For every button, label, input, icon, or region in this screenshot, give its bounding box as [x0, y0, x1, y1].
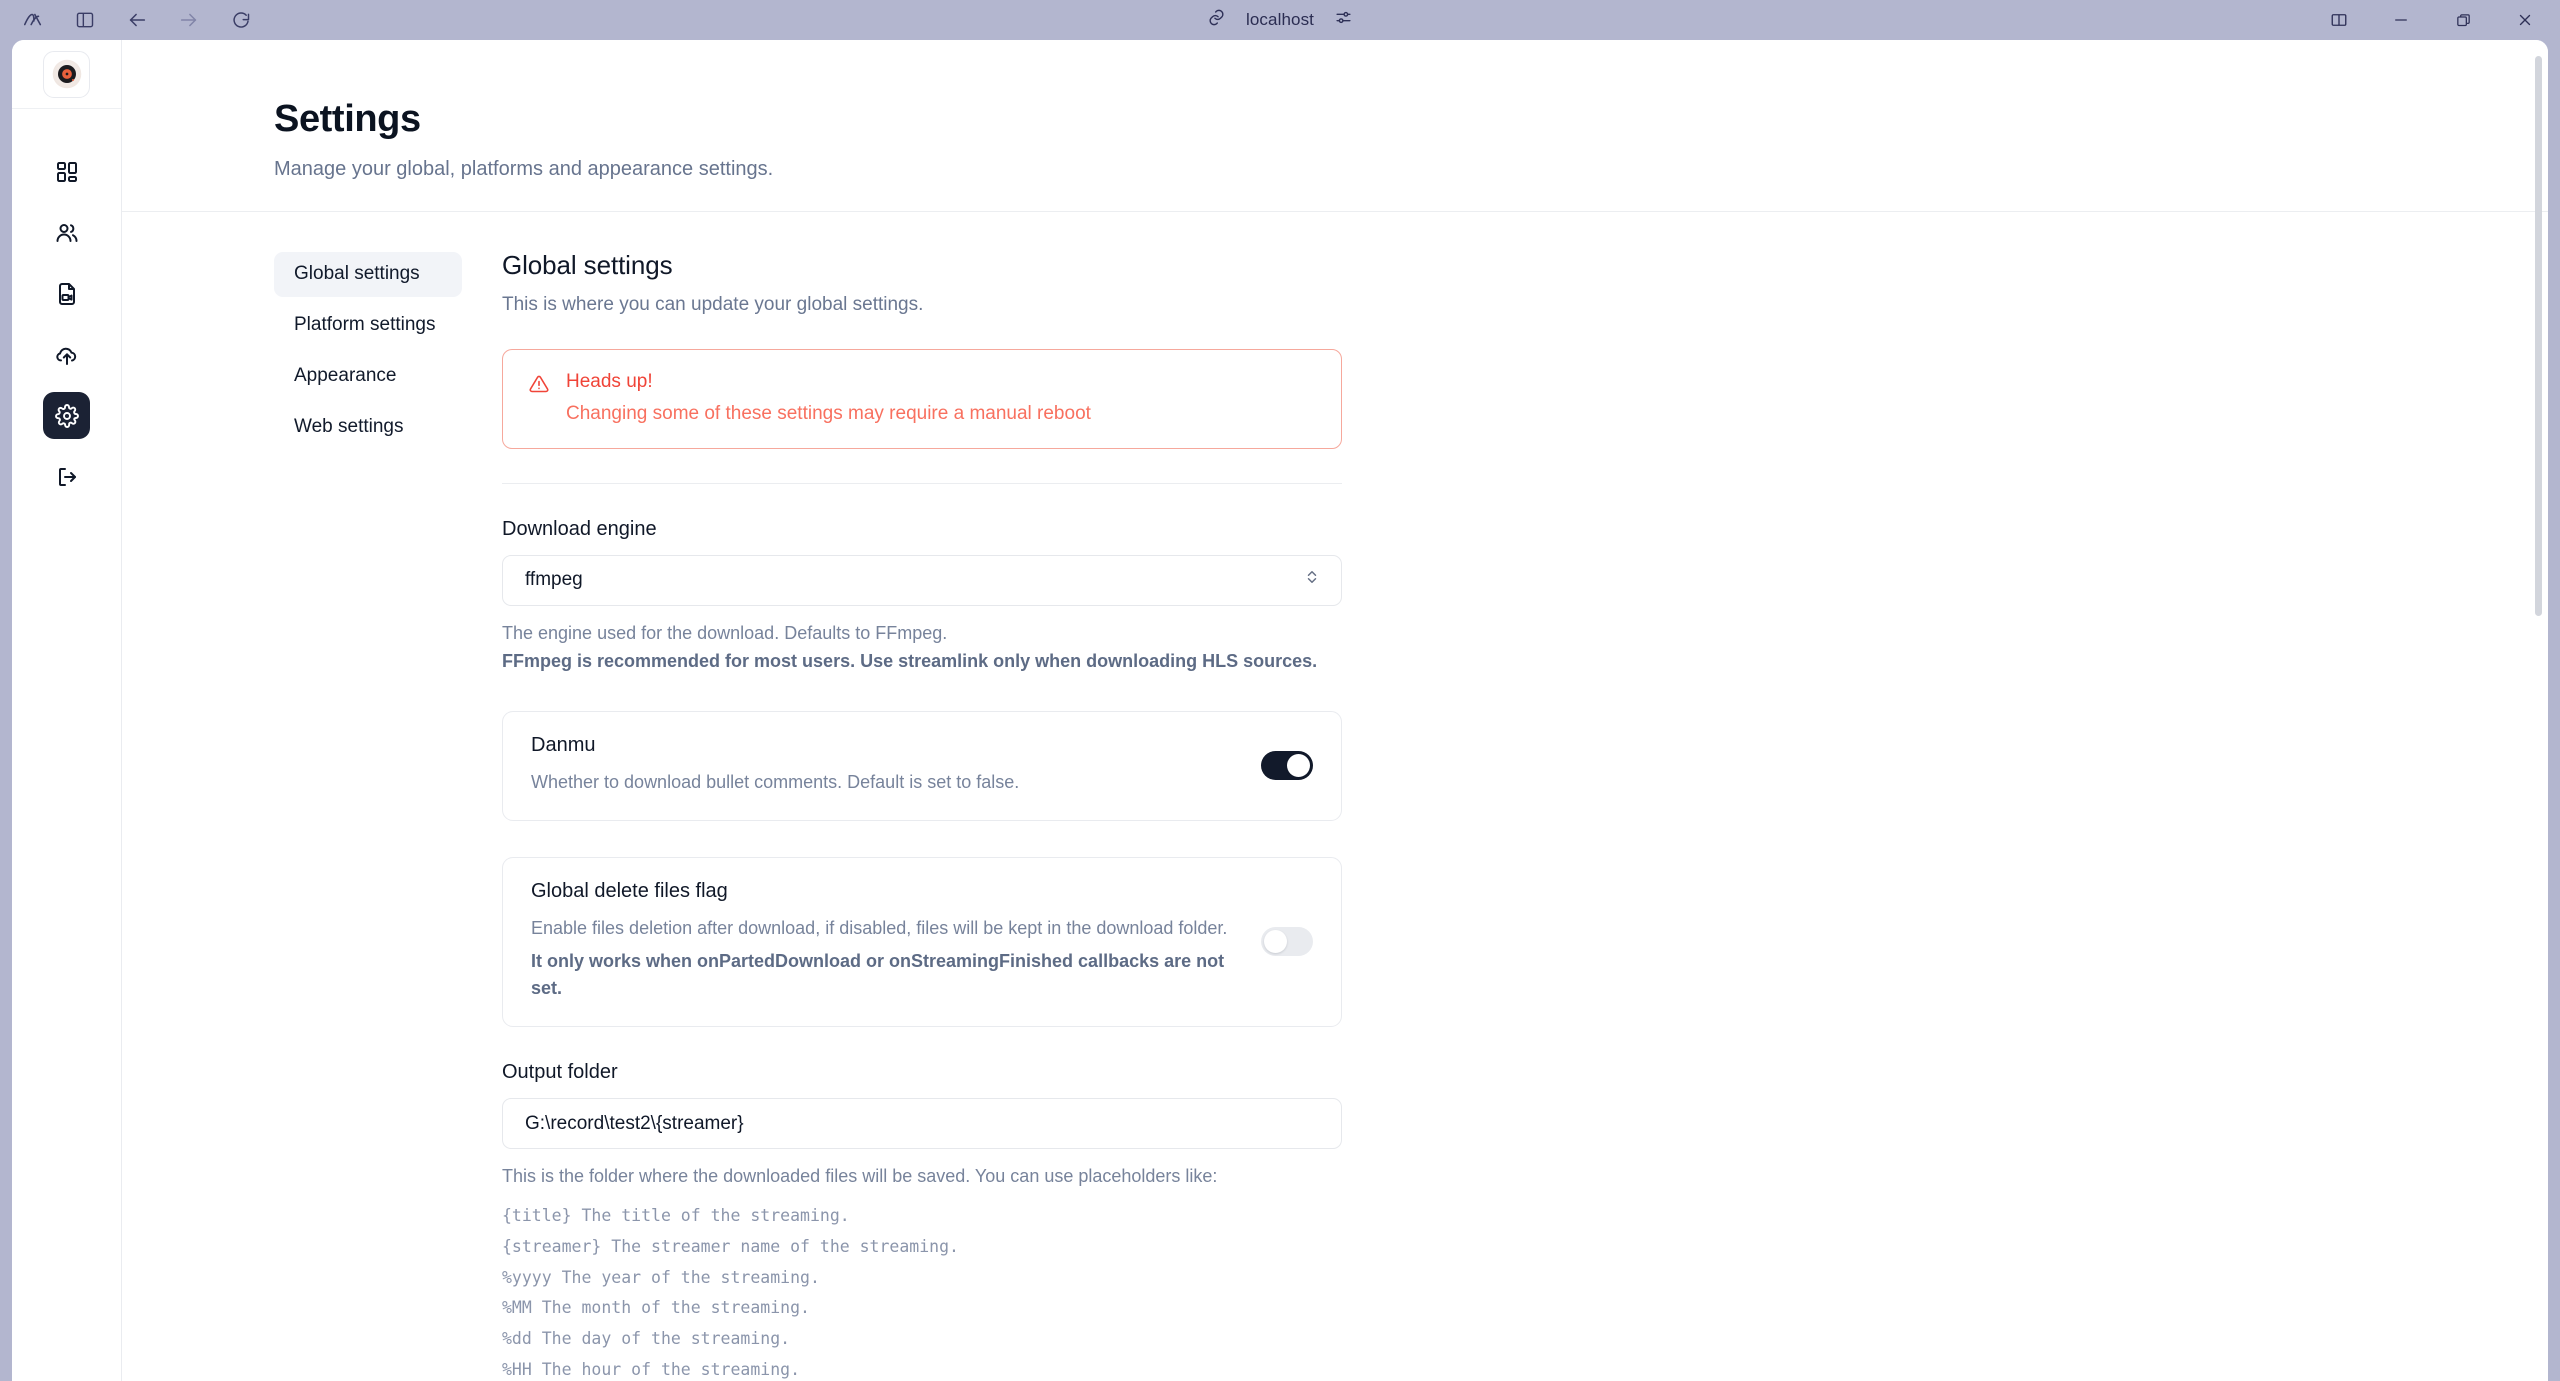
- sidebar-logo-container: [12, 40, 121, 109]
- browser-chrome-left-controls: [0, 5, 256, 35]
- main-content: Settings Manage your global, platforms a…: [122, 40, 2548, 1381]
- alert-text: Changing some of these settings may requ…: [566, 402, 1091, 424]
- download-engine-value: ffmpeg: [525, 569, 583, 591]
- video-file-icon: [55, 282, 79, 306]
- placeholder-line: %dd The day of the streaming.: [502, 1329, 791, 1349]
- split-view-icon[interactable]: [2326, 7, 2352, 33]
- settings-layout: Global settings Platform settings Appear…: [122, 212, 2548, 1381]
- sidebar-item-uploads[interactable]: [43, 331, 90, 378]
- browser-address-area[interactable]: localhost: [1207, 8, 1353, 32]
- placeholder-line: %MM The month of the streaming.: [502, 1298, 810, 1318]
- settings-nav-item-web[interactable]: Web settings: [274, 405, 462, 450]
- toggle-knob: [1264, 929, 1287, 953]
- forward-arrow-icon[interactable]: [174, 5, 204, 35]
- minimize-icon[interactable]: [2388, 7, 2414, 33]
- placeholder-line: {streamer} The streamer name of the stre…: [502, 1237, 959, 1257]
- page-subtitle: Manage your global, platforms and appear…: [274, 157, 774, 180]
- delete-flag-toggle[interactable]: [1261, 926, 1313, 956]
- delete-flag-description: Enable files deletion after download, if…: [531, 918, 1228, 939]
- alert-title: Heads up!: [566, 370, 653, 392]
- page-header: Settings Manage your global, platforms a…: [122, 40, 2548, 181]
- settings-nav-item-global[interactable]: Global settings: [274, 251, 462, 297]
- danmu-description: Whether to download bullet comments. Def…: [531, 772, 1020, 793]
- cloud-upload-icon: [55, 343, 79, 367]
- output-folder-label: Output folder: [502, 1061, 618, 1084]
- global-delete-files-flag-card: Global delete files flag Enable files de…: [502, 857, 1342, 1028]
- download-engine-help-strong: FFmpeg is recommended for most users. Us…: [502, 650, 1318, 671]
- download-engine-label: Download engine: [502, 517, 657, 540]
- settings-nav-item-appearance[interactable]: Appearance: [274, 354, 462, 399]
- delete-flag-title: Global delete files flag: [531, 880, 728, 903]
- scrollbar-track[interactable]: [2535, 46, 2545, 1376]
- sidebar-item-settings[interactable]: [43, 392, 90, 439]
- sidebar-nav: [43, 148, 90, 500]
- output-folder-input[interactable]: G:\record\test2\{streamer}: [502, 1098, 1342, 1150]
- danmu-title: Danmu: [531, 734, 596, 757]
- panel-description: This is where you can update your global…: [502, 293, 924, 315]
- settings-nav: Global settings Platform settings Appear…: [274, 250, 462, 1381]
- download-engine-help: The engine used for the download. Defaul…: [502, 620, 1342, 676]
- link-icon: [1207, 8, 1226, 32]
- delete-flag-description-strong: It only works when onPartedDownload or o…: [531, 951, 1225, 999]
- panel-title: Global settings: [502, 249, 673, 280]
- section-divider: [502, 482, 1342, 484]
- danmu-toggle[interactable]: [1261, 750, 1313, 780]
- browser-chrome: localhost: [0, 0, 2560, 40]
- placeholder-line: {title} The title of the streaming.: [502, 1206, 850, 1226]
- url-text[interactable]: localhost: [1246, 10, 1314, 30]
- vinyl-record-logo[interactable]: [43, 50, 90, 98]
- output-folder-value: G:\record\test2\{streamer}: [525, 1112, 744, 1134]
- gear-icon: [54, 403, 79, 428]
- output-folder-help: This is the folder where the downloaded …: [502, 1166, 1218, 1187]
- scrollbar-thumb[interactable]: [2535, 56, 2542, 616]
- placeholder-line: %yyyy The year of the streaming.: [502, 1267, 820, 1287]
- tune-sliders-icon[interactable]: [1334, 8, 1353, 32]
- grid-icon: [55, 160, 79, 184]
- download-engine-field: Download engine ffmpeg The engine used f…: [502, 518, 1342, 676]
- toggle-knob: [1287, 753, 1310, 777]
- users-icon: [55, 221, 79, 245]
- app-sidebar: [12, 40, 122, 1381]
- sidebar-item-dashboard[interactable]: [43, 148, 90, 195]
- close-icon[interactable]: [2512, 7, 2538, 33]
- sidebar-item-users[interactable]: [43, 209, 90, 256]
- app-window: Settings Manage your global, platforms a…: [12, 40, 2548, 1381]
- sidebar-toggle-icon[interactable]: [70, 5, 100, 35]
- sidebar-item-logout[interactable]: [43, 453, 90, 500]
- page-title: Settings: [274, 98, 421, 140]
- warning-triangle-icon: [529, 374, 549, 399]
- chevron-updown-icon: [1305, 568, 1319, 592]
- download-engine-select[interactable]: ffmpeg: [502, 554, 1342, 606]
- placeholder-line: %HH The hour of the streaming.: [502, 1359, 801, 1379]
- download-engine-help-text: The engine used for the download. Defaul…: [502, 622, 948, 643]
- output-folder-field: Output folder G:\record\test2\{streamer}…: [502, 1061, 1342, 1381]
- output-folder-placeholders: {title} The title of the streaming. {str…: [502, 1201, 1342, 1381]
- reload-icon[interactable]: [226, 5, 256, 35]
- logout-icon: [55, 465, 79, 489]
- maximize-icon[interactable]: [2450, 7, 2476, 33]
- settings-nav-item-platform[interactable]: Platform settings: [274, 303, 462, 348]
- global-settings-panel: Global settings This is where you can up…: [462, 250, 1362, 1381]
- back-arrow-icon[interactable]: [122, 5, 152, 35]
- danmu-card: Danmu Whether to download bullet comment…: [502, 711, 1342, 822]
- arc-logo-icon[interactable]: [18, 5, 48, 35]
- heads-up-alert: Heads up! Changing some of these setting…: [502, 348, 1342, 449]
- window-controls: [2326, 0, 2546, 40]
- sidebar-item-recordings[interactable]: [43, 270, 90, 317]
